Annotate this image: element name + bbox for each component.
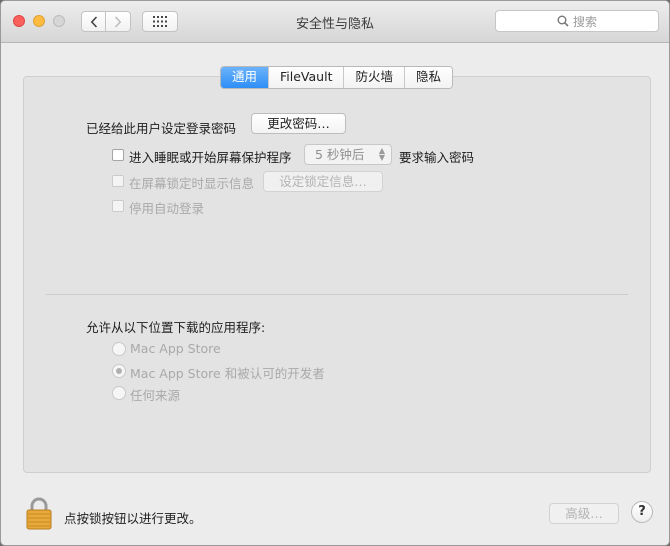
disable-autologin-checkbox[interactable] — [112, 200, 124, 212]
radio-identified-developers-label: Mac App Store 和被认可的开发者 — [130, 366, 325, 381]
disable-autologin-label: 停用自动登录 — [129, 201, 205, 216]
radio-identified-developers[interactable] — [112, 364, 126, 378]
lock-icon[interactable] — [25, 496, 53, 530]
tab-firewall[interactable]: 防火墙 — [344, 67, 405, 88]
section-divider — [46, 294, 628, 295]
search-field[interactable]: 搜索 — [495, 10, 659, 32]
search-placeholder: 搜索 — [572, 14, 597, 29]
show-message-checkbox[interactable] — [112, 175, 124, 187]
radio-mac-app-store-label: Mac App Store — [130, 341, 221, 356]
radio-anywhere[interactable] — [112, 386, 126, 400]
require-password-delay-value: 5 秒钟后 — [315, 147, 365, 162]
tab-privacy[interactable]: 隐私 — [405, 67, 453, 88]
advanced-button[interactable]: 高级… — [549, 503, 619, 524]
radio-anywhere-label: 任何来源 — [130, 388, 181, 403]
downloads-heading: 允许从以下位置下载的应用程序: — [86, 320, 266, 335]
require-password-delay-select[interactable]: 5 秒钟后 ▲ ▼ — [304, 144, 392, 165]
require-password-label: 进入睡眠或开始屏幕保护程序 — [129, 150, 292, 165]
stepper-arrows-icon: ▲ ▼ — [378, 146, 386, 162]
help-button[interactable]: ? — [631, 501, 653, 523]
tab-bar: 通用 FileVault 防火墙 隐私 — [220, 66, 454, 89]
search-icon — [557, 15, 569, 27]
radio-selected-dot — [116, 368, 122, 374]
radio-mac-app-store[interactable] — [112, 342, 126, 356]
show-message-label: 在屏幕锁定时显示信息 — [129, 176, 255, 191]
change-password-button[interactable]: 更改密码… — [251, 113, 346, 134]
title-bar: 安全性与隐私 搜索 — [1, 1, 669, 43]
require-password-suffix: 要求输入密码 — [399, 150, 475, 165]
require-password-checkbox[interactable] — [112, 149, 124, 161]
login-password-label: 已经给此用户设定登录密码 — [86, 121, 237, 136]
lock-message: 点按锁按钮以进行更改。 — [64, 511, 202, 526]
tab-general[interactable]: 通用 — [221, 67, 270, 88]
security-privacy-window: 安全性与隐私 搜索 通用 FileVault 防火墙 隐私 已经给此用户设定登录… — [0, 0, 670, 546]
tab-filevault[interactable]: FileVault — [269, 67, 345, 88]
set-lock-message-button[interactable]: 设定锁定信息… — [263, 171, 383, 192]
